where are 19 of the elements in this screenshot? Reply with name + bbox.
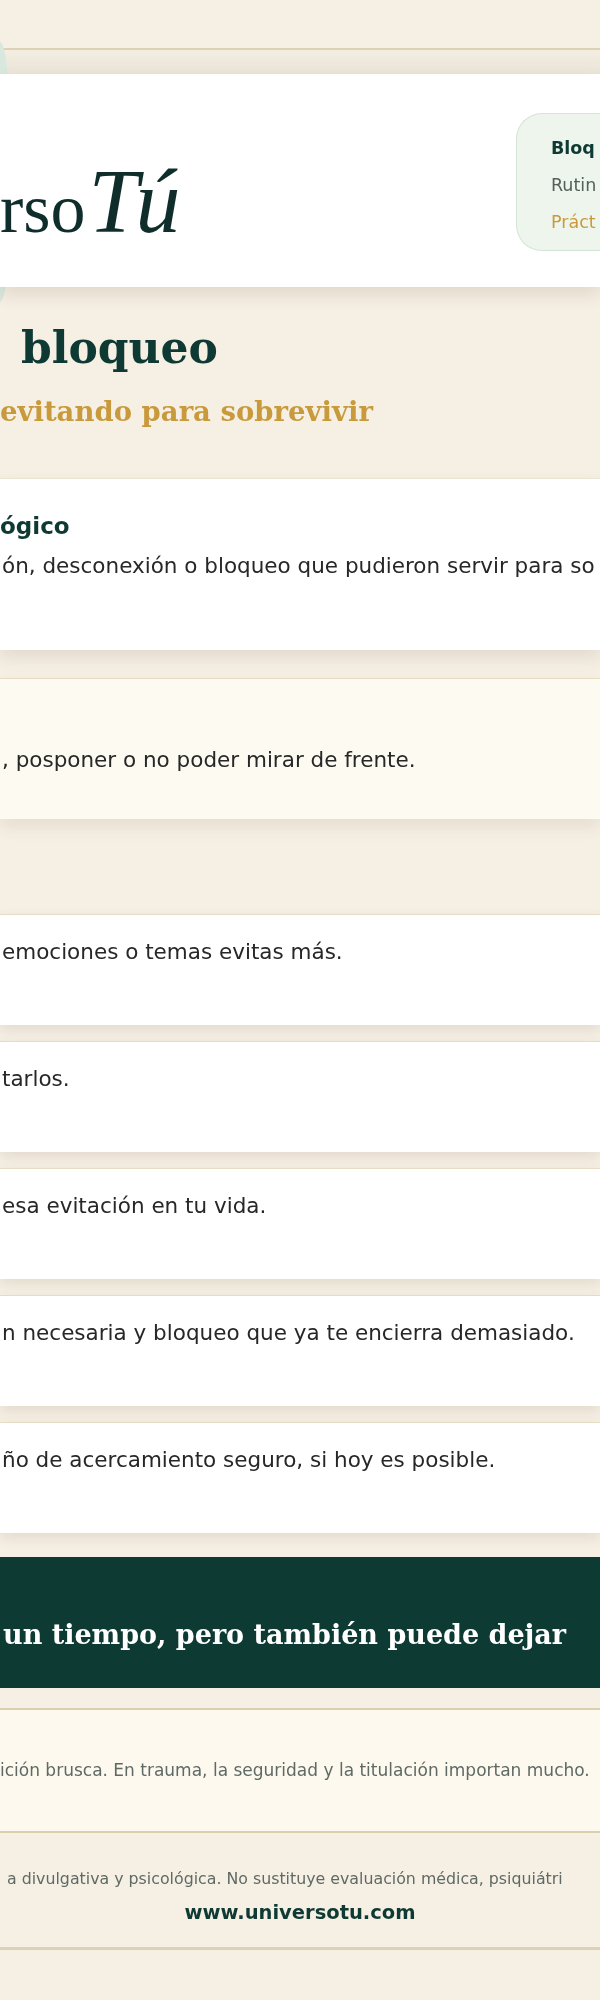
logo-script-text: Tú (88, 157, 178, 247)
step-text: esa evitación en tu vida. (1, 1191, 268, 1220)
summary-tag: Práct (551, 204, 600, 241)
website-link[interactable]: www.universotu.com (184, 1899, 416, 1926)
step-text: ño de acercamiento seguro, si hoy es posible. (1, 1445, 497, 1474)
page-title: bloqueo (21, 322, 219, 375)
step-text: n necesaria y bloqueo que ya te encierra demasiado. (1, 1318, 576, 1347)
caution-text: ición brusca. En trauma, la seguridad y la titulación importan mucho. (0, 1759, 590, 1782)
note-text: , posponer o no poder mirar de frente. (1, 745, 417, 774)
logo-text: rso (0, 174, 86, 244)
quote-text: un tiempo, pero también puede dejar (3, 1617, 568, 1652)
page-subtitle: evitando para sobrevivir (0, 394, 375, 428)
step-text: tarlos. (1, 1064, 71, 1093)
summary-subtitle: Rutin (551, 174, 598, 197)
card-text: ón, desconexión o bloqueo que pudieron servir para so (1, 551, 596, 580)
card-heading: ógico (0, 511, 71, 541)
step-text: emociones o temas evitas más. (1, 937, 344, 966)
disclaimer-text: a divulgativa y psicológica. No sustituye evaluación médica, psiquiátri (6, 1867, 564, 1890)
summary-title: Bloq (551, 137, 596, 160)
